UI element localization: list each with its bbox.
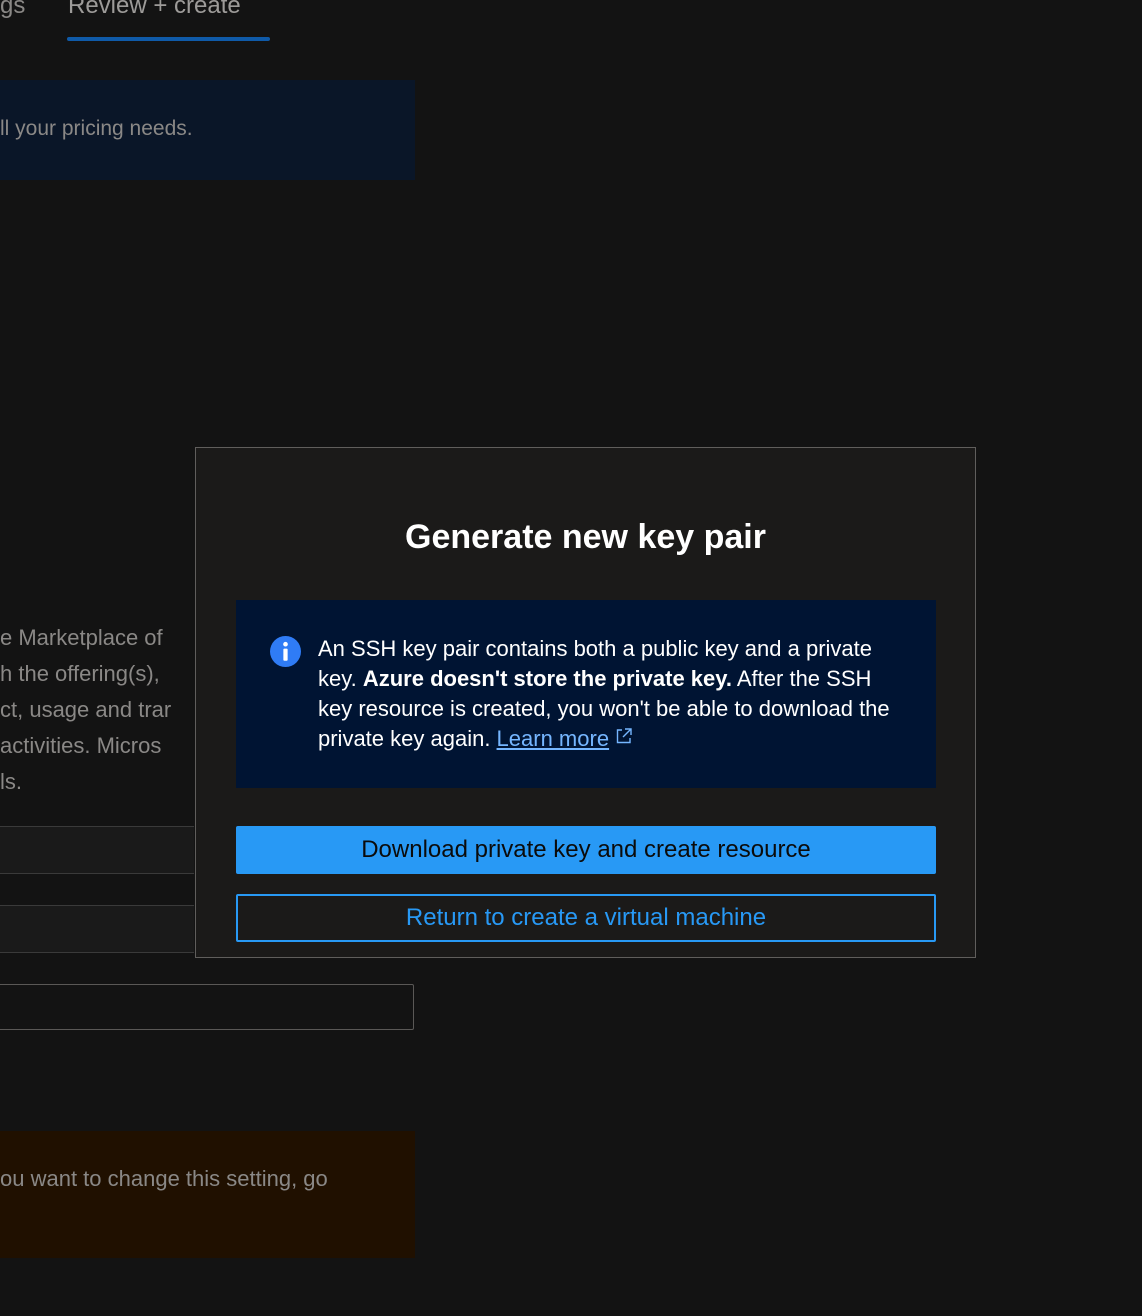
marketplace-terms-text: e Marketplace of h the offering(s), ct, … (0, 620, 194, 800)
learn-more-link[interactable]: Learn more (497, 726, 610, 751)
terms-line: ct, usage and trar (0, 697, 172, 722)
summary-row (0, 905, 194, 953)
info-message-box: An SSH key pair contains both a public k… (236, 600, 936, 788)
pricing-info-text: ll your pricing needs. (0, 117, 193, 140)
download-private-key-button[interactable]: Download private key and create resource (236, 826, 936, 874)
warning-banner (0, 1131, 415, 1258)
summary-row (0, 826, 194, 874)
tab-review-create[interactable]: Review + create (68, 0, 241, 20)
external-link-icon (616, 728, 632, 744)
tab-selected-indicator (67, 37, 270, 41)
terms-line: e Marketplace of (0, 625, 163, 650)
info-text-bold: Azure doesn't store the private key. (362, 666, 732, 691)
return-to-create-vm-button[interactable]: Return to create a virtual machine (236, 894, 936, 942)
terms-line: ls. (0, 769, 22, 794)
info-icon (270, 636, 301, 667)
dialog-title: Generate new key pair (405, 518, 766, 556)
tab-tags[interactable]: gs (0, 0, 25, 20)
info-message-text: An SSH key pair contains both a public k… (318, 634, 908, 754)
terms-line: activities. Micros (0, 733, 162, 758)
warning-text: ou want to change this setting, go (0, 1166, 328, 1191)
background-text-input[interactable] (0, 984, 414, 1030)
terms-line: h the offering(s), (0, 661, 160, 686)
generate-key-pair-dialog: Generate new key pair An SSH key pair co… (195, 447, 976, 958)
